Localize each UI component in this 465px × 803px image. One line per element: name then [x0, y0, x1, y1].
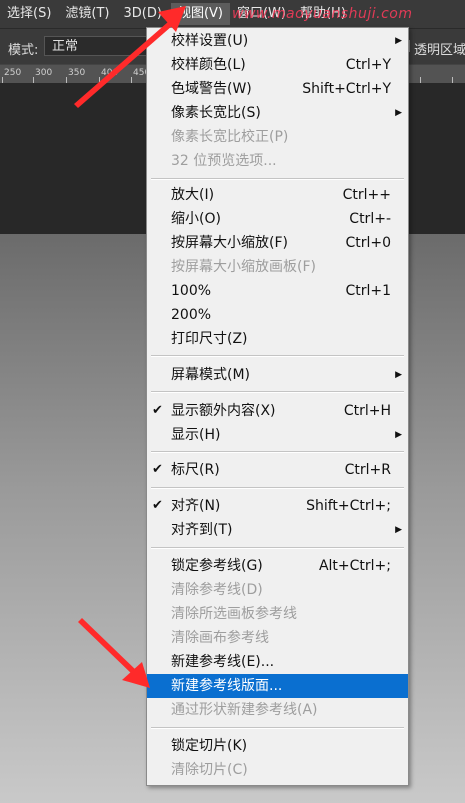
menu-item-lock-guides[interactable]: 锁定参考线(G) Alt+Ctrl+;	[147, 554, 408, 578]
checkmark-icon: ✔	[152, 403, 163, 418]
menu-item-label: 像素长宽比校正(P)	[171, 129, 289, 145]
menu-item-clear-guides[interactable]: 清除参考线(D)	[147, 578, 408, 602]
menu-item-new-guides-from-shape[interactable]: 通过形状新建参考线(A)	[147, 698, 408, 722]
menu-item-label: 对齐到(T)	[171, 522, 233, 538]
menu-item-fit-artboard[interactable]: 按屏幕大小缩放画板(F)	[147, 255, 408, 279]
mode-label: 模式:	[8, 43, 39, 58]
menu-item-print-size[interactable]: 打印尺寸(Z)	[147, 327, 408, 351]
menu-item-shortcut: Ctrl+R	[344, 462, 391, 478]
submenu-arrow-icon: ▶	[395, 525, 402, 535]
view-menu-dropdown: 校样设置(U) ▶ 校样颜色(L) Ctrl+Y 色域警告(W) Shift+C…	[146, 27, 409, 786]
menu-item-label: 放大(I)	[171, 187, 215, 203]
menu-item-label: 清除所选画板参考线	[171, 606, 297, 622]
menu-item-shortcut: Ctrl++	[342, 187, 391, 203]
menu-item-label: 清除参考线(D)	[171, 582, 263, 598]
menu-item-label: 显示额外内容(X)	[171, 403, 276, 419]
menu-item-new-guide-layout[interactable]: 新建参考线版面...	[147, 674, 408, 698]
menu-item-label: 标尺(R)	[171, 462, 220, 478]
annotation-arrow-icon	[74, 6, 186, 108]
submenu-arrow-icon: ▶	[395, 108, 402, 118]
menu-item-snap[interactable]: ✔ 对齐(N) Shift+Ctrl+;	[147, 494, 408, 518]
ruler-tick-label: 300	[35, 68, 53, 78]
menu-item-rulers[interactable]: ✔ 标尺(R) Ctrl+R	[147, 458, 408, 482]
menu-item-100-percent[interactable]: 100% Ctrl+1	[147, 279, 408, 303]
menu-item-zoom-out[interactable]: 缩小(O) Ctrl+-	[147, 207, 408, 231]
menu-separator	[151, 451, 404, 453]
menu-item-label: 屏幕模式(M)	[171, 367, 251, 383]
menu-item-label: 清除切片(C)	[171, 762, 248, 778]
menu-item-clear-slices[interactable]: 清除切片(C)	[147, 758, 408, 782]
menu-item-new-guide[interactable]: 新建参考线(E)...	[147, 650, 408, 674]
checkmark-icon: ✔	[152, 498, 163, 513]
menu-item-shortcut: Ctrl+H	[343, 403, 391, 419]
menu-item-show[interactable]: 显示(H) ▶	[147, 423, 408, 447]
submenu-arrow-icon: ▶	[395, 430, 402, 440]
menu-item-label: 200%	[171, 307, 212, 323]
menu-item-snap-to[interactable]: 对齐到(T) ▶	[147, 518, 408, 542]
annotation-arrow-icon	[78, 618, 150, 688]
menu-item-label: 通过形状新建参考线(A)	[171, 702, 318, 718]
menu-separator	[151, 727, 404, 729]
menu-item-32bit-preview[interactable]: 32 位预览选项...	[147, 149, 408, 173]
menu-item-label: 按屏幕大小缩放(F)	[171, 235, 288, 251]
menu-item-fit-screen[interactable]: 按屏幕大小缩放(F) Ctrl+0	[147, 231, 408, 255]
menu-item-label: 100%	[171, 283, 212, 299]
submenu-arrow-icon: ▶	[395, 36, 402, 46]
menu-item-label: 缩小(O)	[171, 211, 221, 227]
menu-item-label: 新建参考线(E)...	[171, 654, 275, 670]
menu-separator	[151, 178, 404, 180]
menu-select[interactable]: 选择(S)	[0, 3, 58, 25]
menu-item-label: 对齐(N)	[171, 498, 221, 514]
menu-item-shortcut: Shift+Ctrl+;	[306, 498, 391, 514]
menu-item-label: 32 位预览选项...	[171, 153, 277, 169]
menu-item-screen-mode[interactable]: 屏幕模式(M) ▶	[147, 363, 408, 387]
menu-item-label: 打印尺寸(Z)	[171, 331, 248, 347]
ruler-tick-label: 250	[4, 68, 22, 78]
transparent-label: 透明区域	[414, 43, 465, 58]
checkmark-icon: ✔	[152, 462, 163, 477]
menu-item-pixel-aspect-correction[interactable]: 像素长宽比校正(P)	[147, 125, 408, 149]
menu-item-shortcut: Ctrl+1	[345, 283, 391, 299]
watermark: www.maoyuanshuji.com	[232, 6, 413, 22]
menu-item-zoom-in[interactable]: 放大(I) Ctrl++	[147, 183, 408, 207]
menu-item-label: 锁定参考线(G)	[171, 558, 263, 574]
menu-separator	[151, 355, 404, 357]
menu-item-shortcut: Ctrl+-	[349, 211, 391, 227]
menu-item-label: 锁定切片(K)	[171, 738, 248, 754]
menu-item-label: 新建参考线版面...	[171, 678, 283, 694]
menu-item-shortcut: Ctrl+Y	[345, 57, 391, 73]
menu-separator	[151, 391, 404, 393]
menu-item-label: 显示(H)	[171, 427, 221, 443]
menu-item-label: 清除画布参考线	[171, 630, 269, 646]
menu-item-clear-artboard-guides[interactable]: 清除所选画板参考线	[147, 602, 408, 626]
menu-item-show-extras[interactable]: ✔ 显示额外内容(X) Ctrl+H	[147, 399, 408, 423]
menu-separator	[151, 487, 404, 489]
menu-item-shortcut: Alt+Ctrl+;	[318, 558, 391, 574]
menu-item-clear-canvas-guides[interactable]: 清除画布参考线	[147, 626, 408, 650]
submenu-arrow-icon: ▶	[395, 370, 402, 380]
menu-item-label: 按屏幕大小缩放画板(F)	[171, 259, 316, 275]
menu-item-200-percent[interactable]: 200%	[147, 303, 408, 327]
menu-item-shortcut: Shift+Ctrl+Y	[302, 81, 391, 97]
menu-item-shortcut: Ctrl+0	[345, 235, 391, 251]
menu-separator	[151, 547, 404, 549]
menu-item-lock-slices[interactable]: 锁定切片(K)	[147, 734, 408, 758]
